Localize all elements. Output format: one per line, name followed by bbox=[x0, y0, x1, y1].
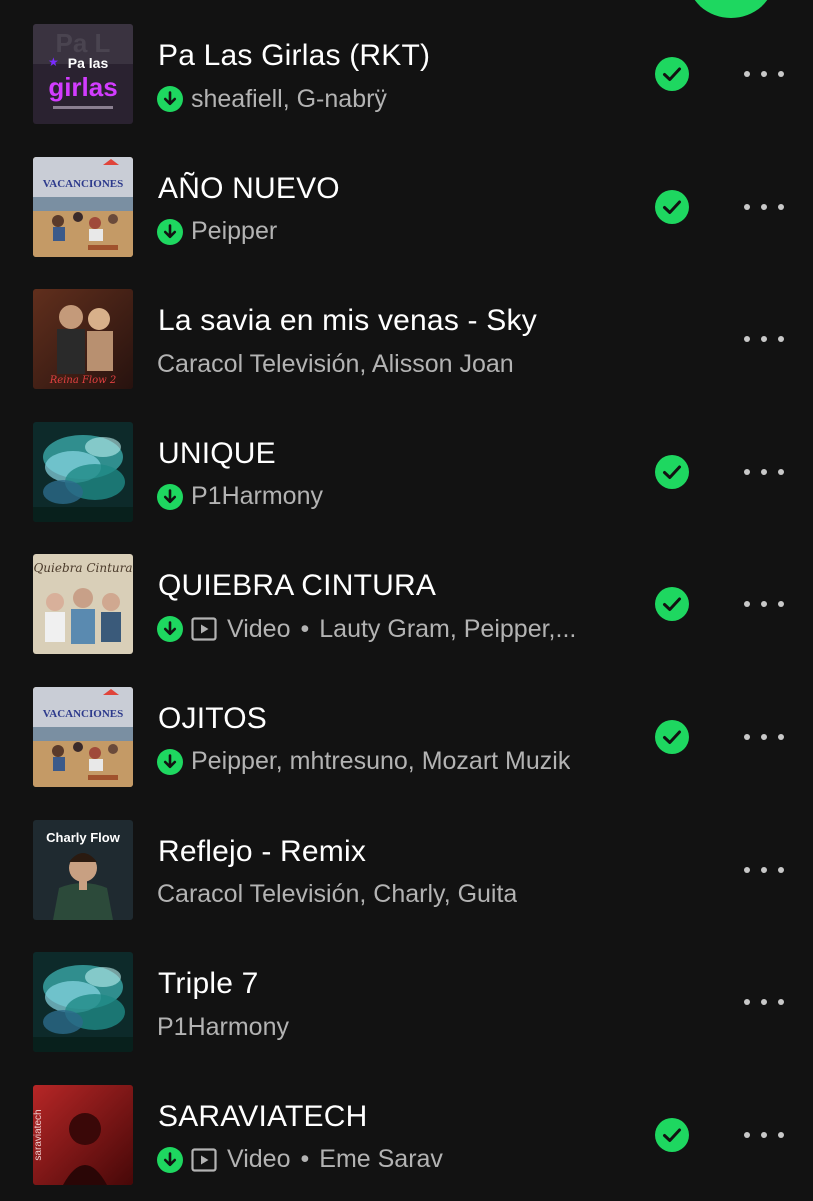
track-artists: Caracol Televisión, Alisson Joan bbox=[157, 349, 514, 378]
track-subtitle: Video • Eme Sarav bbox=[157, 1143, 443, 1177]
track-row[interactable]: UNIQUE P1Harmony bbox=[0, 406, 813, 539]
cover-unique bbox=[33, 421, 133, 522]
track-row[interactable]: saraviatech SARAVIATECH Video • Eme Sarav bbox=[0, 1069, 813, 1201]
cover-text: Reina Flow 2 bbox=[49, 375, 116, 386]
track-title: La savia en mis venas - Sky bbox=[158, 304, 537, 338]
track-subtitle: Video • Lauty Gram, Peipper,... bbox=[157, 612, 576, 646]
track-row[interactable]: VACANCIONES OJITOS Peipper, mhtresuno, M… bbox=[0, 671, 813, 804]
track-title: QUIEBRA CINTURA bbox=[158, 569, 437, 603]
more-options-icon[interactable] bbox=[744, 328, 784, 350]
cover-text: saraviatech bbox=[33, 1109, 44, 1160]
svg-text:Pa L: Pa L bbox=[56, 28, 111, 58]
more-options-icon[interactable] bbox=[744, 63, 784, 85]
more-options-icon[interactable] bbox=[744, 461, 784, 483]
track-title: AÑO NUEVO bbox=[158, 171, 340, 205]
track-title: Reflejo - Remix bbox=[158, 834, 367, 868]
video-icon bbox=[191, 1148, 217, 1172]
video-label: Video bbox=[227, 1145, 291, 1174]
cover-text: Quiebra Cintura bbox=[33, 561, 132, 575]
saved-check-icon[interactable] bbox=[655, 454, 689, 489]
cover-pa-las-girlas: Pa L ★ Pa las girlas bbox=[33, 24, 133, 124]
more-options-icon[interactable] bbox=[744, 1124, 784, 1146]
track-artists: Eme Sarav bbox=[319, 1145, 443, 1174]
track-artists: Lauty Gram, Peipper,... bbox=[319, 614, 577, 643]
saved-check-icon[interactable] bbox=[655, 189, 689, 224]
track-artists: Peipper, mhtresuno, Mozart Muzik bbox=[191, 747, 571, 776]
saved-check-icon[interactable] bbox=[655, 1117, 689, 1152]
track-artists: sheafiell, G-nabrÿ bbox=[191, 84, 387, 113]
track-subtitle: Peipper bbox=[157, 215, 277, 249]
more-options-icon[interactable] bbox=[744, 726, 784, 748]
track-subtitle: Caracol Televisión, Charly, Guita bbox=[157, 878, 517, 912]
svg-text:★: ★ bbox=[48, 55, 59, 69]
more-options-icon[interactable] bbox=[744, 859, 784, 881]
track-artists: P1Harmony bbox=[157, 1012, 289, 1041]
cover-text: VACANCIONES bbox=[43, 708, 123, 720]
cover-text: Charly Flow bbox=[46, 830, 121, 845]
track-row[interactable]: Triple 7 P1Harmony bbox=[0, 936, 813, 1069]
more-options-icon[interactable] bbox=[744, 196, 784, 218]
more-options-icon[interactable] bbox=[744, 991, 784, 1013]
track-subtitle: P1Harmony bbox=[157, 1010, 289, 1044]
cover-savia: Reina Flow 2 bbox=[33, 289, 133, 390]
cover-saraviatech: saraviatech bbox=[33, 1084, 133, 1185]
download-complete-icon bbox=[157, 218, 183, 245]
track-title: SARAVIATECH bbox=[158, 1099, 368, 1133]
track-title: OJITOS bbox=[158, 701, 267, 735]
cover-text: Pa las bbox=[68, 55, 109, 71]
video-icon bbox=[191, 617, 217, 641]
track-row[interactable]: VACANCIONES AÑO NUEVO Peipper bbox=[0, 141, 813, 274]
track-artists: Caracol Televisión, Charly, Guita bbox=[157, 880, 518, 909]
track-list: Pa L ★ Pa las girlas Pa Las Girlas (RKT)… bbox=[0, 8, 813, 1201]
download-complete-icon bbox=[157, 483, 183, 510]
cover-vacanciones: VACANCIONES bbox=[33, 156, 133, 257]
cover-unique bbox=[33, 952, 133, 1053]
cover-quiebra: Quiebra Cintura bbox=[33, 554, 133, 655]
track-row[interactable]: Reina Flow 2 La savia en mis venas - Sky… bbox=[0, 273, 813, 406]
track-title: UNIQUE bbox=[158, 436, 276, 470]
track-artists: P1Harmony bbox=[191, 482, 323, 511]
track-title: Triple 7 bbox=[158, 967, 259, 1001]
cover-charly: Charly Flow bbox=[33, 819, 133, 920]
download-complete-icon bbox=[157, 616, 183, 643]
cover-vacanciones: VACANCIONES bbox=[33, 686, 133, 787]
separator-dot: • bbox=[300, 614, 310, 643]
cover-text: VACANCIONES bbox=[43, 178, 123, 190]
video-label: Video bbox=[227, 614, 291, 643]
track-artists: Peipper bbox=[191, 217, 278, 246]
track-title: Pa Las Girlas (RKT) bbox=[158, 39, 431, 72]
track-subtitle: P1Harmony bbox=[157, 480, 323, 514]
saved-check-icon[interactable] bbox=[655, 587, 689, 622]
track-subtitle: Caracol Televisión, Alisson Joan bbox=[157, 347, 514, 381]
track-subtitle: sheafiell, G-nabrÿ bbox=[157, 82, 387, 116]
saved-check-icon[interactable] bbox=[655, 719, 689, 754]
separator-dot: • bbox=[300, 1145, 310, 1174]
cover-text: girlas bbox=[48, 72, 117, 102]
track-row[interactable]: Quiebra Cintura QUIEBRA CINTURA Video • La… bbox=[0, 538, 813, 671]
track-row[interactable]: Charly Flow Reflejo - Remix Caracol Tele… bbox=[0, 804, 813, 937]
track-subtitle: Peipper, mhtresuno, Mozart Muzik bbox=[157, 745, 570, 779]
download-complete-icon bbox=[157, 86, 183, 112]
download-complete-icon bbox=[157, 748, 183, 775]
more-options-icon[interactable] bbox=[744, 593, 784, 615]
track-row[interactable]: Pa L ★ Pa las girlas Pa Las Girlas (RKT)… bbox=[0, 8, 813, 141]
saved-check-icon[interactable] bbox=[655, 57, 689, 91]
download-complete-icon bbox=[157, 1146, 183, 1173]
